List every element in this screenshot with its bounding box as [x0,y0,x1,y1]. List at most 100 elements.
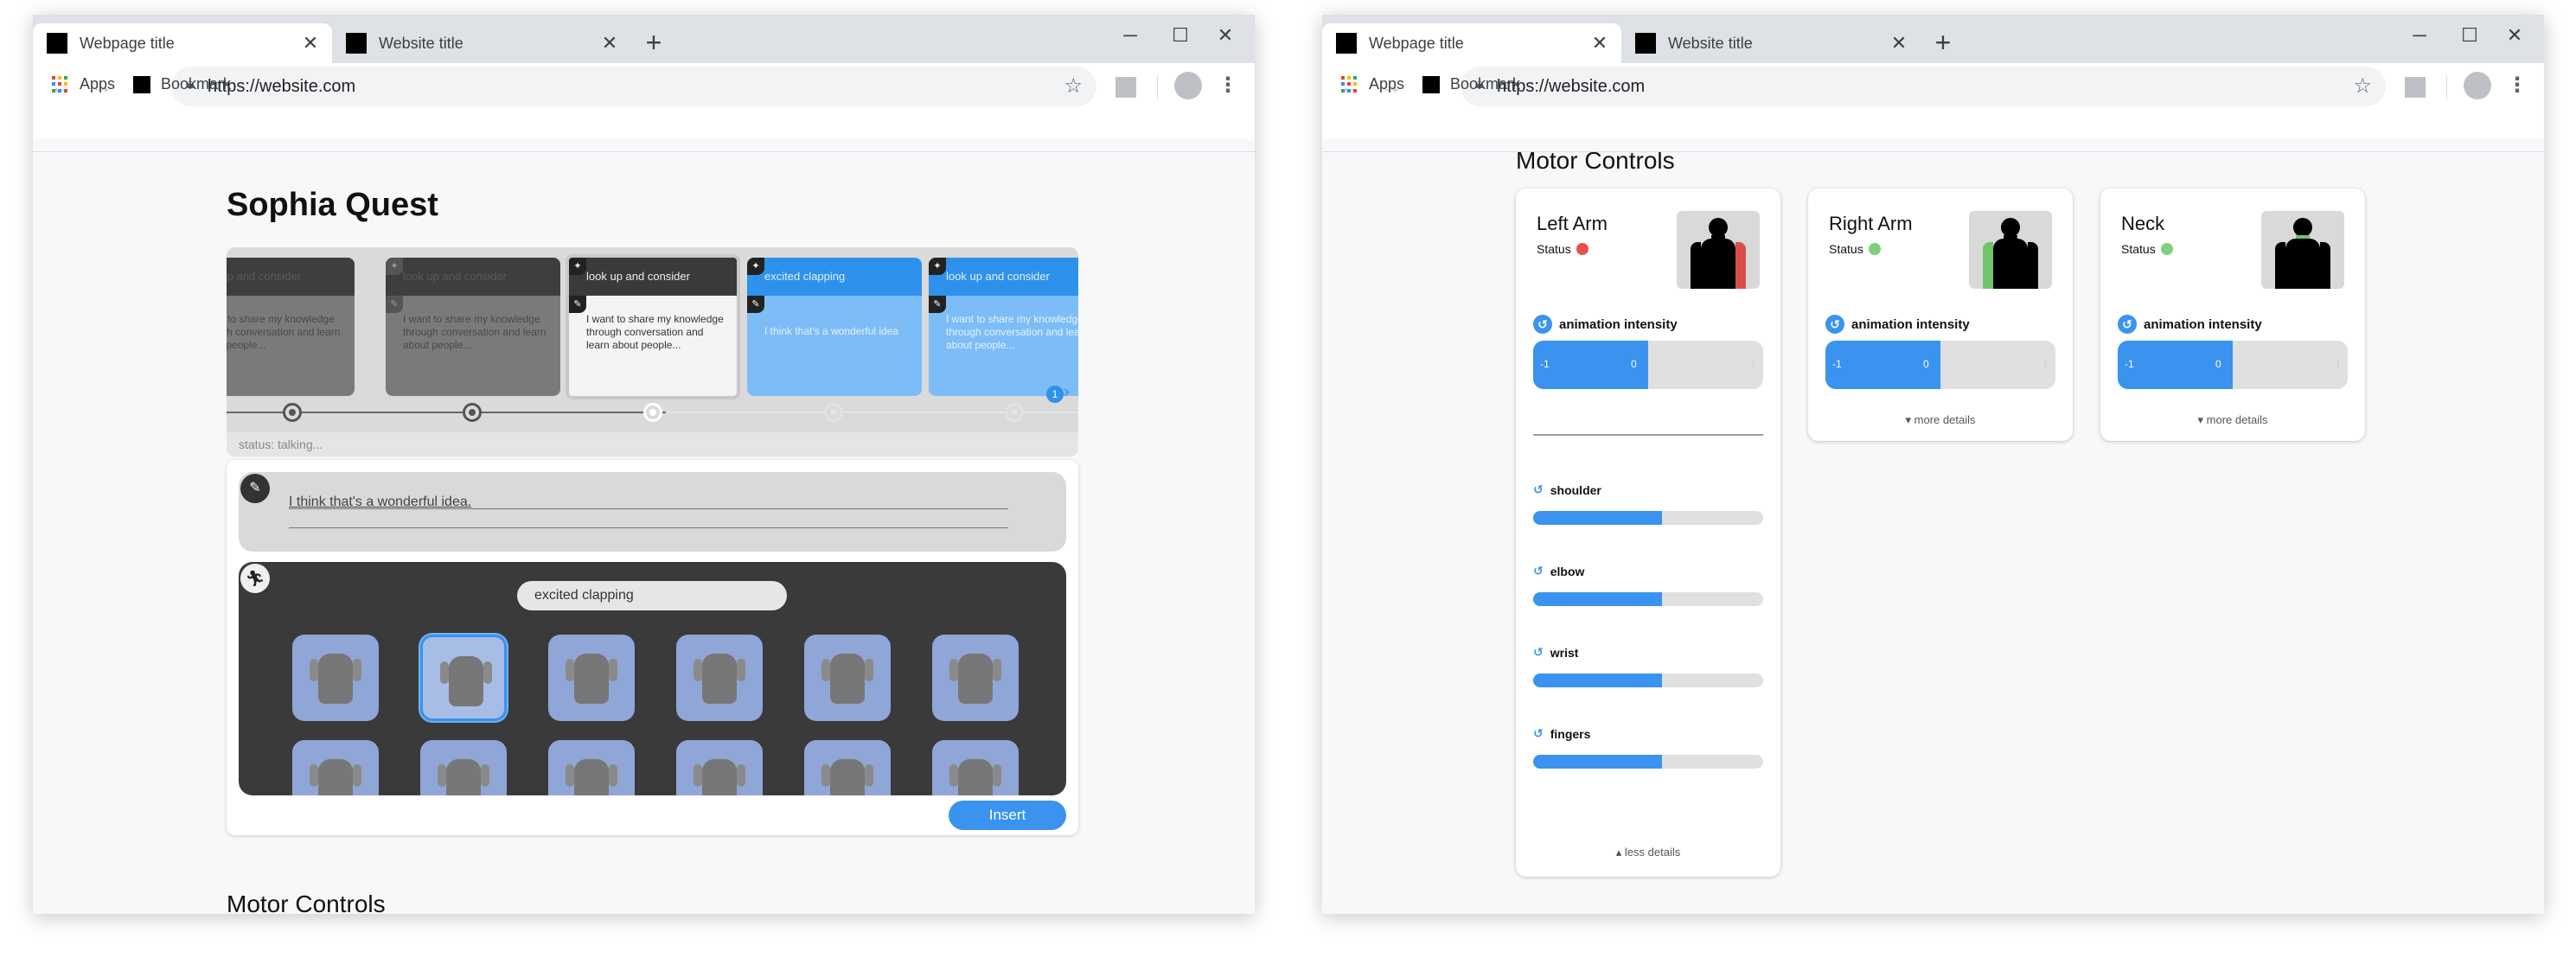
gesture-tile[interactable] [932,740,1019,795]
bookmark-favicon [1422,75,1440,93]
address-bar[interactable]: 🔒︎ https://website.com ☆ [1461,67,2386,106]
close-tab-icon[interactable]: ✕ [297,32,323,54]
section-title-motor-controls: Motor Controls [227,891,386,914]
vertical-dots-icon[interactable]: ⋮ [2507,70,2528,101]
joint-slider[interactable] [1533,511,1763,525]
maximize-button[interactable]: ☐ [1163,18,1198,53]
torso-figure-icon [949,654,1001,704]
joint-slider[interactable] [1533,592,1763,606]
timeline-node[interactable] [1005,403,1024,422]
speech-editor[interactable]: ✎ I think that's a wonderful idea. [239,472,1066,552]
gesture-tile[interactable] [804,740,891,795]
new-tab-button[interactable]: + [638,27,669,58]
status-dot [1576,243,1588,255]
gesture-tile[interactable] [548,740,635,795]
gesture-picker: 🏃︎ excited clapping [239,562,1066,795]
animation-intensity-slider[interactable]: -1 0 1 [2118,341,2348,389]
gesture-tile[interactable] [292,635,379,721]
timeline-card-current[interactable]: look up and consider I want to share my … [566,254,740,399]
tab-website[interactable]: Website title ✕ [332,23,631,63]
minimize-button[interactable]: ─ [2402,18,2437,53]
gesture-tile[interactable] [548,635,635,721]
more-details-link[interactable]: ▾ more details [1808,413,2073,427]
timeline-card-speech: I think that's a wonderful idea [764,325,899,337]
extension-icon[interactable] [1115,77,1136,98]
close-tab-icon[interactable]: ✕ [1587,32,1613,54]
star-icon[interactable]: ☆ [1064,73,1083,99]
close-tab-icon[interactable]: ✕ [1886,32,1912,54]
maximize-button[interactable]: ☐ [2452,18,2487,53]
apps-grid-icon [52,75,69,93]
gesture-tile[interactable] [292,740,379,795]
joint-control-elbow: ↺ elbow [1533,564,1763,606]
bookmark-item[interactable]: Bookmark [133,75,231,93]
timeline-node[interactable] [463,403,482,422]
animation-intensity-label: ↺ animation intensity [1825,315,1970,334]
caret-down-icon: ▾ [1905,413,1912,426]
gesture-tile[interactable] [420,740,507,795]
step-editor: ✎ I think that's a wonderful idea. 🏃︎ ex… [227,460,1078,835]
gesture-search-input[interactable]: excited clapping [517,581,787,610]
reset-icon[interactable]: ↺ [1825,315,1844,334]
favicon [1336,33,1357,54]
insert-button[interactable]: Insert [949,801,1066,830]
gesture-tile[interactable] [932,635,1019,721]
slider-min-label: -1 [1540,358,1550,370]
bookmark-apps[interactable]: Apps [1341,75,1404,93]
new-tab-button[interactable]: + [1927,27,1959,58]
slider-fill [1533,674,1662,687]
timeline-card-speech: I want to share my knowledge through con… [586,313,724,351]
timeline-card-speech: I want to share my knowledge through con… [946,313,1078,351]
reset-icon[interactable]: ↺ [1533,315,1552,334]
bookmark-apps[interactable]: Apps [52,75,115,93]
tab-website[interactable]: Website title ✕ [1621,23,1921,63]
star-icon[interactable]: ☆ [2353,73,2372,99]
timeline-node[interactable] [824,403,843,422]
animation-intensity-slider[interactable]: -1 0 1 [1825,341,2055,389]
torso-figure-icon [694,654,745,704]
timeline-node[interactable] [283,403,302,422]
more-details-text: more details [2206,413,2268,426]
reset-icon[interactable]: ↺ [1533,645,1544,660]
pencil-icon: ✎ [929,296,946,313]
reset-icon[interactable]: ↺ [1533,482,1544,497]
body-figure-icon [1677,211,1760,289]
bookmark-item[interactable]: Bookmark [1422,75,1520,93]
gesture-tile[interactable] [676,740,763,795]
timeline-card[interactable]: look up and consider I want to share my … [929,258,1078,396]
reset-icon[interactable]: ↺ [1533,564,1544,578]
reset-icon[interactable]: ↺ [2118,315,2137,334]
vertical-dots-icon[interactable]: ⋮ [1218,70,1238,101]
joint-control-shoulder: ↺ shoulder [1533,482,1763,525]
animation-intensity-slider[interactable]: -1 0 1 [1533,341,1763,389]
less-details-link[interactable]: ▴ less details [1516,846,1780,859]
timeline-node-current[interactable] [643,403,662,422]
gesture-tile[interactable] [804,635,891,721]
toolbar-divider [1157,75,1158,99]
extension-icon[interactable] [2405,77,2426,98]
address-bar[interactable]: 🔒︎ https://website.com ☆ [171,67,1096,106]
gesture-tile-selected[interactable] [420,635,507,721]
timeline-card[interactable]: look up and consider I want to share my … [227,258,355,396]
slider-value-label: 0 [2215,358,2221,370]
profile-avatar[interactable] [1174,72,1202,99]
more-details-link[interactable]: ▾ more details [2100,413,2365,427]
reset-icon[interactable]: ↺ [1533,726,1544,741]
page-viewport: Sophia Quest look up and consider I want… [33,152,1255,914]
torso-figure-icon [821,654,873,704]
close-window-button[interactable]: ✕ [1208,18,1243,53]
timeline-card[interactable]: look up and consider I want to share my … [386,258,560,396]
minimize-button[interactable]: ─ [1113,18,1147,53]
tab-webpage[interactable]: Webpage title ✕ [1322,23,1621,63]
close-tab-icon[interactable]: ✕ [597,32,623,54]
profile-avatar[interactable] [2464,72,2491,99]
close-window-button[interactable]: ✕ [2497,18,2532,53]
timeline-card-gesture: look up and consider [569,258,737,296]
joint-label: shoulder [1550,482,1601,497]
gesture-tile[interactable] [676,635,763,721]
timeline-card[interactable]: excited clapping I think that's a wonder… [747,258,922,396]
joint-slider[interactable] [1533,755,1763,769]
tab-webpage[interactable]: Webpage title ✕ [33,23,332,63]
joint-slider[interactable] [1533,674,1763,687]
chevron-right-icon[interactable]: › [1064,382,1070,402]
